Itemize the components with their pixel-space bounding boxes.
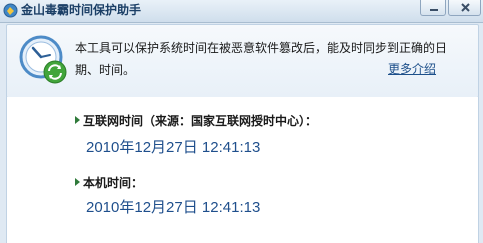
close-icon	[461, 3, 470, 12]
clock-sync-icon	[17, 33, 71, 87]
local-time-value: 2010年12月27日 12:41:13	[86, 199, 261, 216]
more-info-link[interactable]: 更多介绍	[388, 60, 436, 77]
local-time-label: 本机时间：	[75, 175, 143, 191]
window-title: 金山毒霸时间保护助手	[21, 3, 142, 17]
local-time-label-text: 本机时间：	[83, 176, 144, 190]
internet-time-label-text: 互联网时间（来源：国家互联网授时中心）：	[83, 114, 318, 128]
title-bar[interactable]: 金山毒霸时间保护助手	[0, 0, 483, 23]
internet-time-label: 互联网时间（来源：国家互联网授时中心）：	[75, 113, 317, 129]
kingsoft-shield-icon	[3, 3, 18, 18]
intro-banner: 本工具可以保护系统时间在被恶意软件篡改后，能及时同步到正确的日期、时间。 更多介…	[6, 24, 479, 98]
internet-time-value: 2010年12月27日 12:41:13	[86, 139, 261, 156]
minimize-button[interactable]	[420, 0, 446, 16]
bullet-arrow-icon	[75, 116, 80, 124]
close-button[interactable]	[448, 0, 481, 16]
time-panel: 互联网时间（来源：国家互联网授时中心）： 2010年12月27日 12:41:1…	[6, 97, 479, 243]
bullet-arrow-icon	[75, 178, 80, 186]
